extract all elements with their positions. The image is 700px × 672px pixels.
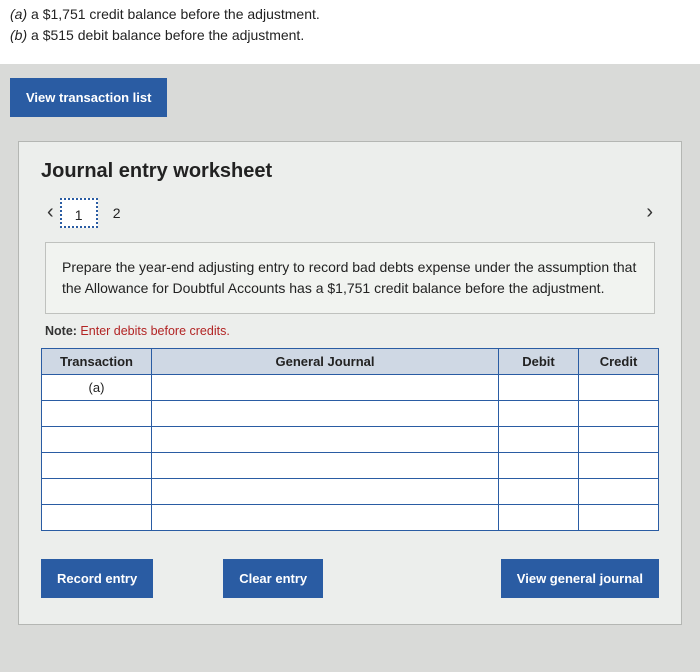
worksheet-pager: ‹ 1 2 › — [41, 197, 659, 228]
table-row — [42, 479, 659, 505]
chevron-right-icon[interactable]: › — [640, 197, 659, 228]
cell-credit[interactable] — [579, 505, 659, 531]
cell-transaction[interactable] — [42, 479, 152, 505]
record-entry-button[interactable]: Record entry — [41, 559, 153, 598]
cell-debit[interactable] — [499, 453, 579, 479]
cell-transaction[interactable]: (a) — [42, 375, 152, 401]
chevron-left-icon[interactable]: ‹ — [41, 197, 60, 228]
cell-debit[interactable] — [499, 505, 579, 531]
cell-credit[interactable] — [579, 479, 659, 505]
table-row — [42, 427, 659, 453]
journal-table: Transaction General Journal Debit Credit… — [41, 348, 659, 531]
th-transaction: Transaction — [42, 349, 152, 375]
th-credit: Credit — [579, 349, 659, 375]
view-transaction-list-button[interactable]: View transaction list — [10, 78, 167, 117]
cell-credit[interactable] — [579, 375, 659, 401]
cell-credit[interactable] — [579, 401, 659, 427]
th-general-journal: General Journal — [152, 349, 499, 375]
cell-transaction[interactable] — [42, 505, 152, 531]
view-general-journal-button[interactable]: View general journal — [501, 559, 659, 598]
pager-page-1[interactable]: 1 — [60, 198, 98, 228]
cell-transaction[interactable] — [42, 453, 152, 479]
cell-credit[interactable] — [579, 427, 659, 453]
table-row — [42, 453, 659, 479]
note-line: Note: Enter debits before credits. — [45, 324, 659, 338]
cell-general-journal[interactable] — [152, 375, 499, 401]
note-text: Enter debits before credits. — [77, 324, 230, 338]
prompt-line-a: (a) a $1,751 credit balance before the a… — [10, 4, 690, 25]
cell-debit[interactable] — [499, 427, 579, 453]
journal-worksheet-panel: Journal entry worksheet ‹ 1 2 › Prepare … — [18, 141, 682, 625]
question-prompt: (a) a $1,751 credit balance before the a… — [0, 0, 700, 64]
cell-credit[interactable] — [579, 453, 659, 479]
table-row — [42, 505, 659, 531]
th-debit: Debit — [499, 349, 579, 375]
instruction-box: Prepare the year-end adjusting entry to … — [45, 242, 655, 314]
prompt-b-text: a $515 debit balance before the adjustme… — [31, 27, 304, 43]
cell-transaction[interactable] — [42, 401, 152, 427]
prompt-a-label: (a) — [10, 6, 27, 22]
note-label: Note: — [45, 324, 77, 338]
pager-page-2[interactable]: 2 — [98, 198, 136, 228]
prompt-a-text: a $1,751 credit balance before the adjus… — [31, 6, 320, 22]
table-row — [42, 401, 659, 427]
cell-debit[interactable] — [499, 401, 579, 427]
clear-entry-button[interactable]: Clear entry — [223, 559, 323, 598]
worksheet-title: Journal entry worksheet — [41, 160, 659, 183]
cell-general-journal[interactable] — [152, 453, 499, 479]
cell-general-journal[interactable] — [152, 401, 499, 427]
prompt-b-label: (b) — [10, 27, 27, 43]
cell-general-journal[interactable] — [152, 427, 499, 453]
cell-general-journal[interactable] — [152, 505, 499, 531]
cell-debit[interactable] — [499, 375, 579, 401]
cell-general-journal[interactable] — [152, 479, 499, 505]
worksheet-button-row: Record entry Clear entry View general jo… — [41, 559, 659, 598]
prompt-line-b: (b) a $515 debit balance before the adju… — [10, 25, 690, 46]
table-row: (a) — [42, 375, 659, 401]
cell-debit[interactable] — [499, 479, 579, 505]
cell-transaction[interactable] — [42, 427, 152, 453]
